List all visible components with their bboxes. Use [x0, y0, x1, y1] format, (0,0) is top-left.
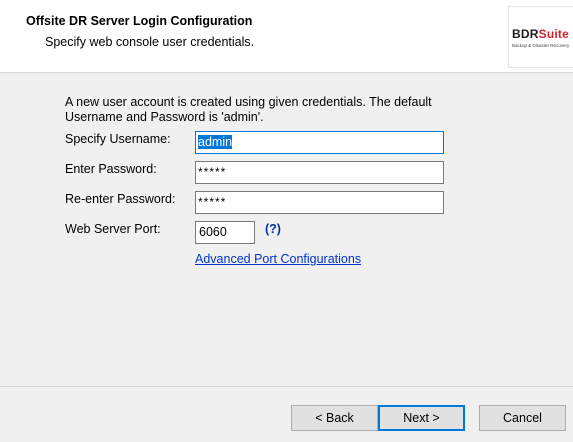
username-field[interactable]: admin [195, 131, 444, 154]
password-value: ***** [198, 165, 227, 179]
footer-divider [0, 386, 573, 387]
port-label: Web Server Port: [65, 222, 161, 236]
logo-bdr-text: BDR [512, 27, 539, 41]
reenter-password-value: ***** [198, 195, 227, 209]
logo-suite-text: Suite [538, 27, 569, 41]
logo-tagline: Backup & Disaster Recovery [512, 43, 570, 48]
reenter-password-field[interactable]: ***** [195, 191, 444, 214]
intro-text: A new user account is created using give… [65, 95, 432, 124]
port-help-link[interactable]: (?) [265, 222, 281, 236]
password-field[interactable]: ***** [195, 161, 444, 184]
page-title: Offsite DR Server Login Configuration [26, 14, 253, 28]
back-button[interactable]: < Back [291, 405, 378, 431]
bdrsuite-logo: BDRSuite Backup & Disaster Recovery [508, 6, 573, 68]
reenter-password-label: Re-enter Password: [65, 192, 176, 206]
username-label: Specify Username: [65, 132, 171, 146]
logo-wordmark: BDRSuite [512, 27, 569, 41]
port-value: 6060 [199, 225, 227, 239]
username-value: admin [198, 135, 233, 149]
port-field[interactable]: 6060 [195, 221, 255, 244]
wizard-header: Offsite DR Server Login Configuration Sp… [0, 0, 573, 73]
password-label: Enter Password: [65, 162, 157, 176]
cancel-button[interactable]: Cancel [479, 405, 566, 431]
page-subtitle: Specify web console user credentials. [45, 35, 255, 49]
next-button[interactable]: Next > [378, 405, 465, 431]
advanced-port-config-link[interactable]: Advanced Port Configurations [195, 252, 361, 266]
